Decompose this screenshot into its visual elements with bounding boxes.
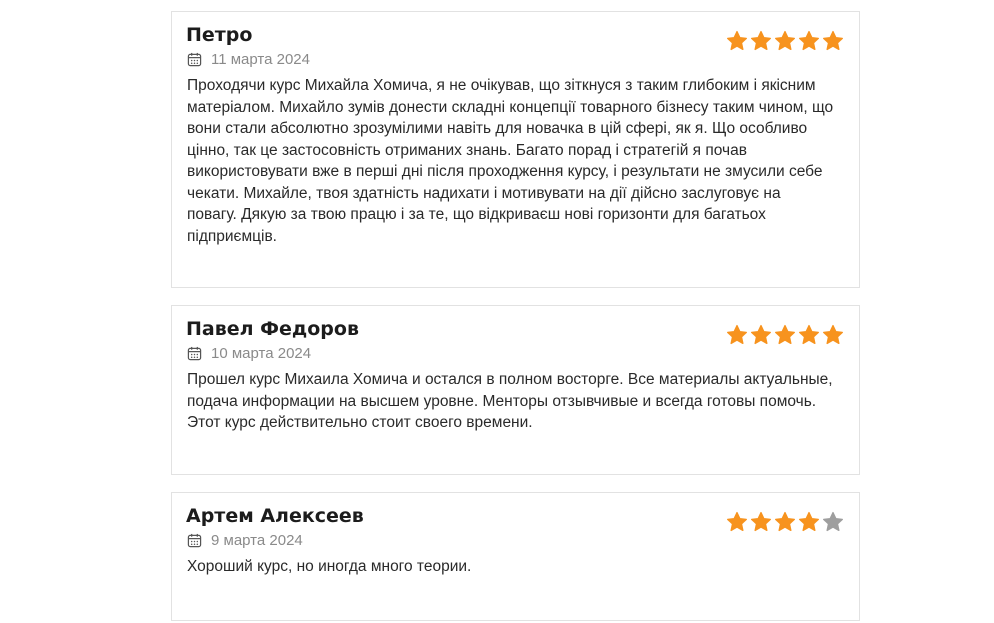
review-date: 9 марта 2024 [211,531,303,549]
star-filled-icon [799,511,819,532]
reviews-list: Петро 11 марта 2024 Проходячи курс Михай… [171,11,860,621]
star-filled-icon [751,511,771,532]
star-filled-icon [823,30,843,51]
star-filled-icon [727,324,747,345]
review-text: Проходячи курс Михайла Хомича, я не очік… [187,77,834,245]
star-filled-icon [727,30,747,51]
calendar-icon [187,52,202,66]
rating-stars [726,324,844,345]
star-filled-icon [823,324,843,345]
calendar-icon [187,533,202,547]
star-filled-icon [751,30,771,51]
star-filled-icon [775,30,795,51]
review-date-row: 11 марта 2024 [187,48,844,70]
calendar-icon [187,346,202,360]
review-text: Прошел курс Михаила Хомича и остался в п… [187,371,833,431]
review-card: Павел Федоров 10 марта 2024 Прошел курс … [171,305,860,475]
rating-stars [726,30,844,51]
review-date: 11 марта 2024 [211,50,310,68]
star-filled-icon [751,324,771,345]
star-empty-icon [823,511,843,532]
review-card: Артем Алексеев 9 марта 2024 Хороший курс… [171,492,860,621]
rating-stars [726,511,844,532]
review-card: Петро 11 марта 2024 Проходячи курс Михай… [171,11,860,288]
star-filled-icon [799,30,819,51]
star-filled-icon [775,511,795,532]
review-date: 10 марта 2024 [211,344,312,362]
review-date-row: 9 марта 2024 [187,529,844,551]
review-text: Хороший курс, но иногда много теории. [187,558,472,575]
review-date-row: 10 марта 2024 [187,342,844,364]
star-filled-icon [727,511,747,532]
star-filled-icon [775,324,795,345]
star-filled-icon [799,324,819,345]
